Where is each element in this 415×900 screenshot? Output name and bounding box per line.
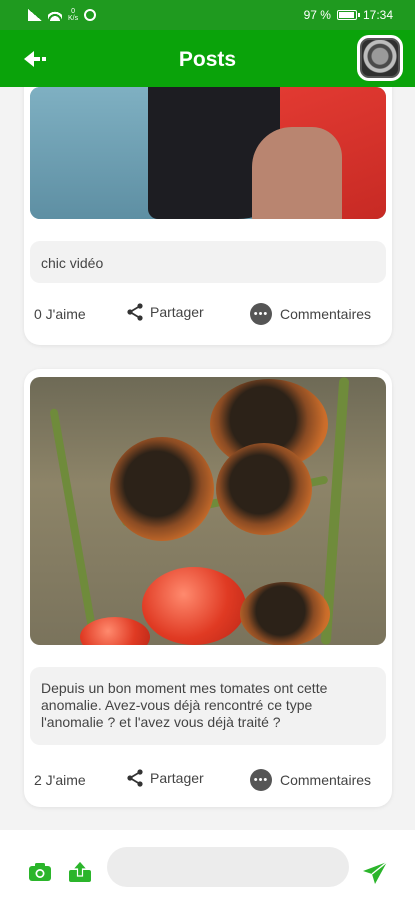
image-tomato: [216, 443, 312, 535]
status-left: 0 K/s: [28, 8, 97, 22]
network-speed: 0 K/s: [68, 8, 79, 22]
page-title: Posts: [178, 48, 237, 71]
message-input[interactable]: [107, 847, 349, 887]
post-actions: 2 J'aime Partager ••• Commentaires: [24, 769, 392, 793]
battery-icon: [336, 10, 360, 20]
comments-label: Commentaires: [280, 306, 372, 322]
signal-icon: [28, 9, 42, 21]
image-stem: [49, 408, 99, 644]
comments-button[interactable]: ••• Commentaires: [250, 303, 371, 325]
share-button[interactable]: Partager: [126, 303, 204, 321]
share-button[interactable]: Partager: [126, 769, 204, 787]
status-bar: 0 K/s 97 % 17:34: [0, 0, 415, 30]
comments-label: Commentaires: [280, 772, 372, 788]
logout-arrow-icon: [24, 51, 46, 67]
post-caption: Depuis un bon moment mes tomates ont cet…: [30, 667, 386, 745]
posts-feed[interactable]: chic vidéo 0 J'aime Partager ••• Comment…: [0, 87, 415, 830]
post-actions: 0 J'aime Partager ••• Commentaires: [24, 303, 392, 327]
composer-bar: [0, 830, 415, 900]
send-button[interactable]: [362, 861, 388, 890]
image-tomato: [80, 617, 150, 645]
profile-avatar[interactable]: [357, 35, 403, 81]
upload-button[interactable]: [68, 860, 92, 888]
comment-bubble-icon: •••: [250, 769, 272, 791]
clock: 17:34: [362, 8, 393, 22]
alarm-icon: [84, 9, 97, 21]
battery-percent: 97 %: [303, 8, 331, 22]
share-label: Partager: [150, 304, 204, 320]
post-media-video[interactable]: [30, 87, 386, 219]
camera-icon: [29, 863, 51, 881]
comments-button[interactable]: ••• Commentaires: [250, 769, 371, 791]
app-bar: Posts: [0, 30, 415, 87]
share-icon: [127, 303, 143, 321]
post-card: chic vidéo 0 J'aime Partager ••• Comment…: [24, 87, 392, 345]
like-button[interactable]: 0 J'aime: [34, 306, 86, 322]
like-button[interactable]: 2 J'aime: [34, 772, 86, 788]
send-icon: [363, 861, 388, 884]
comment-bubble-icon: •••: [250, 303, 272, 325]
wifi-icon: [48, 9, 62, 21]
post-media-image[interactable]: [30, 377, 386, 645]
post-caption: chic vidéo: [30, 241, 386, 283]
share-label: Partager: [150, 770, 204, 786]
upload-icon: [69, 860, 91, 882]
image-tomato: [110, 437, 214, 541]
battery-fill: [338, 12, 355, 18]
share-icon: [127, 769, 143, 787]
status-right: 97 % 17:34: [304, 8, 393, 22]
avatar-image: [360, 38, 400, 78]
media-arm: [252, 127, 342, 219]
post-card: Depuis un bon moment mes tomates ont cet…: [24, 369, 392, 807]
image-tomato: [240, 582, 330, 645]
back-button[interactable]: [24, 50, 50, 68]
camera-button[interactable]: [28, 862, 52, 887]
image-tomato: [142, 567, 246, 645]
